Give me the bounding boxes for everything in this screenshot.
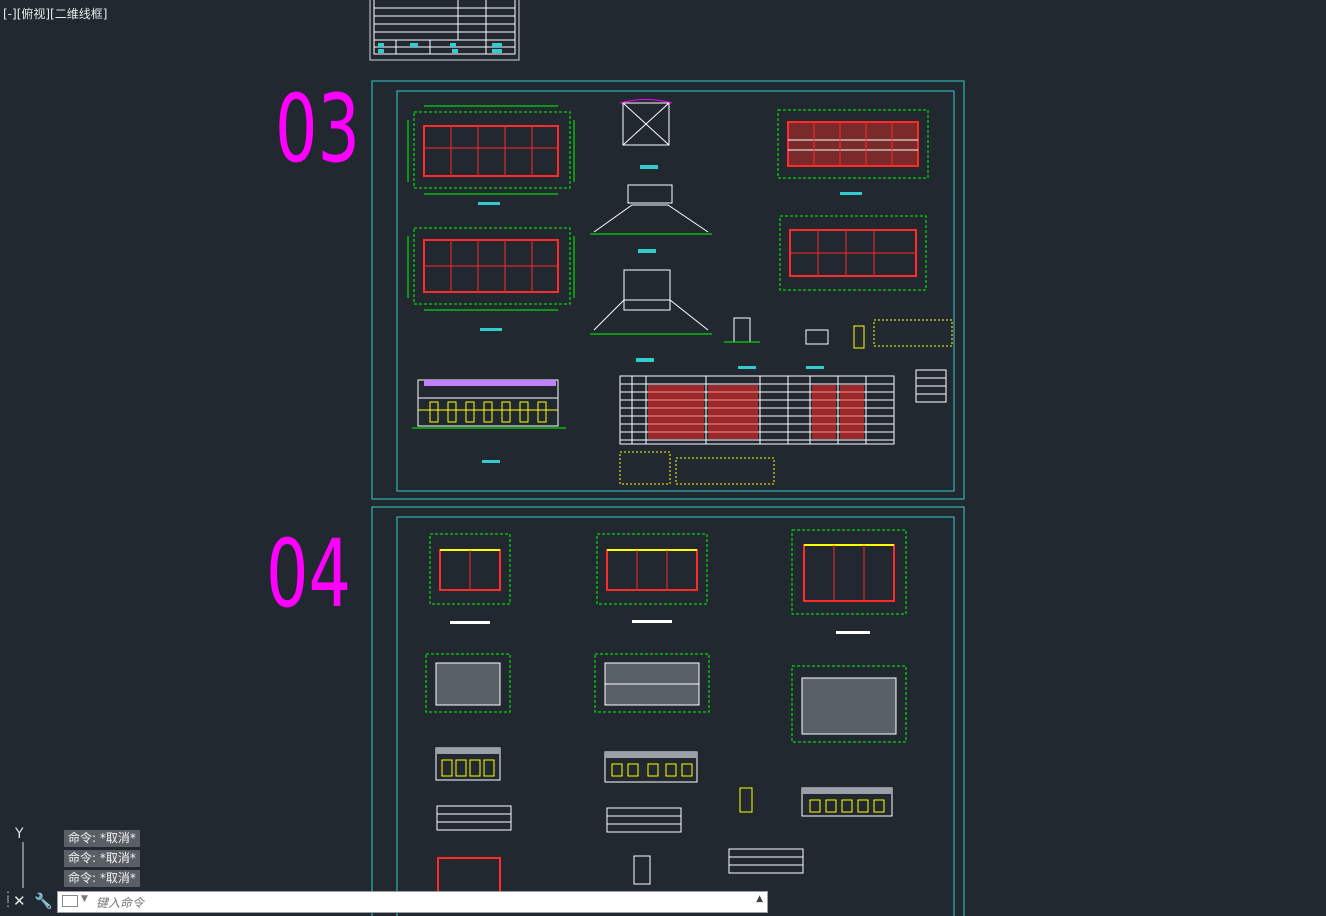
sheet-number-03: 03 — [275, 75, 360, 184]
wrench-icon[interactable]: 🔧 — [34, 892, 53, 910]
command-history-line: 命令: *取消* — [64, 870, 140, 887]
door-window-schedule-table — [619, 369, 947, 445]
design-notes — [619, 451, 775, 485]
chevron-up-icon[interactable]: ▲ — [756, 894, 763, 904]
chevron-down-icon[interactable]: ▼ — [81, 894, 88, 904]
title-block-sheet — [369, 0, 520, 61]
command-line-bar: ⋮⋮ ✕ 🔧 ▼ ▲ — [0, 889, 768, 916]
foundation-plan-right — [779, 215, 927, 291]
section-drawings — [590, 99, 712, 362]
schedule-tables — [436, 805, 804, 899]
roof-plan-upper-right — [777, 109, 929, 195]
front-elevation — [412, 379, 566, 463]
close-icon[interactable]: ✕ — [13, 892, 26, 910]
floor-plan-middle-left — [407, 227, 575, 331]
command-input[interactable] — [94, 893, 748, 913]
ground-floor-plan-1 — [429, 533, 511, 624]
sheet-03[interactable] — [371, 80, 965, 500]
ucs-y-label: Y — [15, 826, 24, 842]
command-input-container[interactable]: ▼ ▲ — [57, 891, 768, 913]
ground-floor-plan-2 — [596, 533, 708, 623]
command-prompt-icon[interactable] — [62, 895, 78, 907]
roof-plans — [425, 653, 907, 743]
sheet-number-04: 04 — [266, 520, 351, 629]
sheet-04[interactable] — [371, 506, 965, 916]
drag-handle-icon[interactable]: ⋮ ⋮ — [2, 890, 14, 911]
construction-details — [724, 317, 953, 369]
ground-floor-plan-3 — [791, 529, 907, 634]
command-history-line: 命令: *取消* — [64, 850, 140, 867]
drawing-canvas[interactable]: 03 04 — [0, 0, 1326, 916]
floor-plan-upper-left — [407, 105, 575, 205]
command-history-line: 命令: *取消* — [64, 830, 140, 847]
